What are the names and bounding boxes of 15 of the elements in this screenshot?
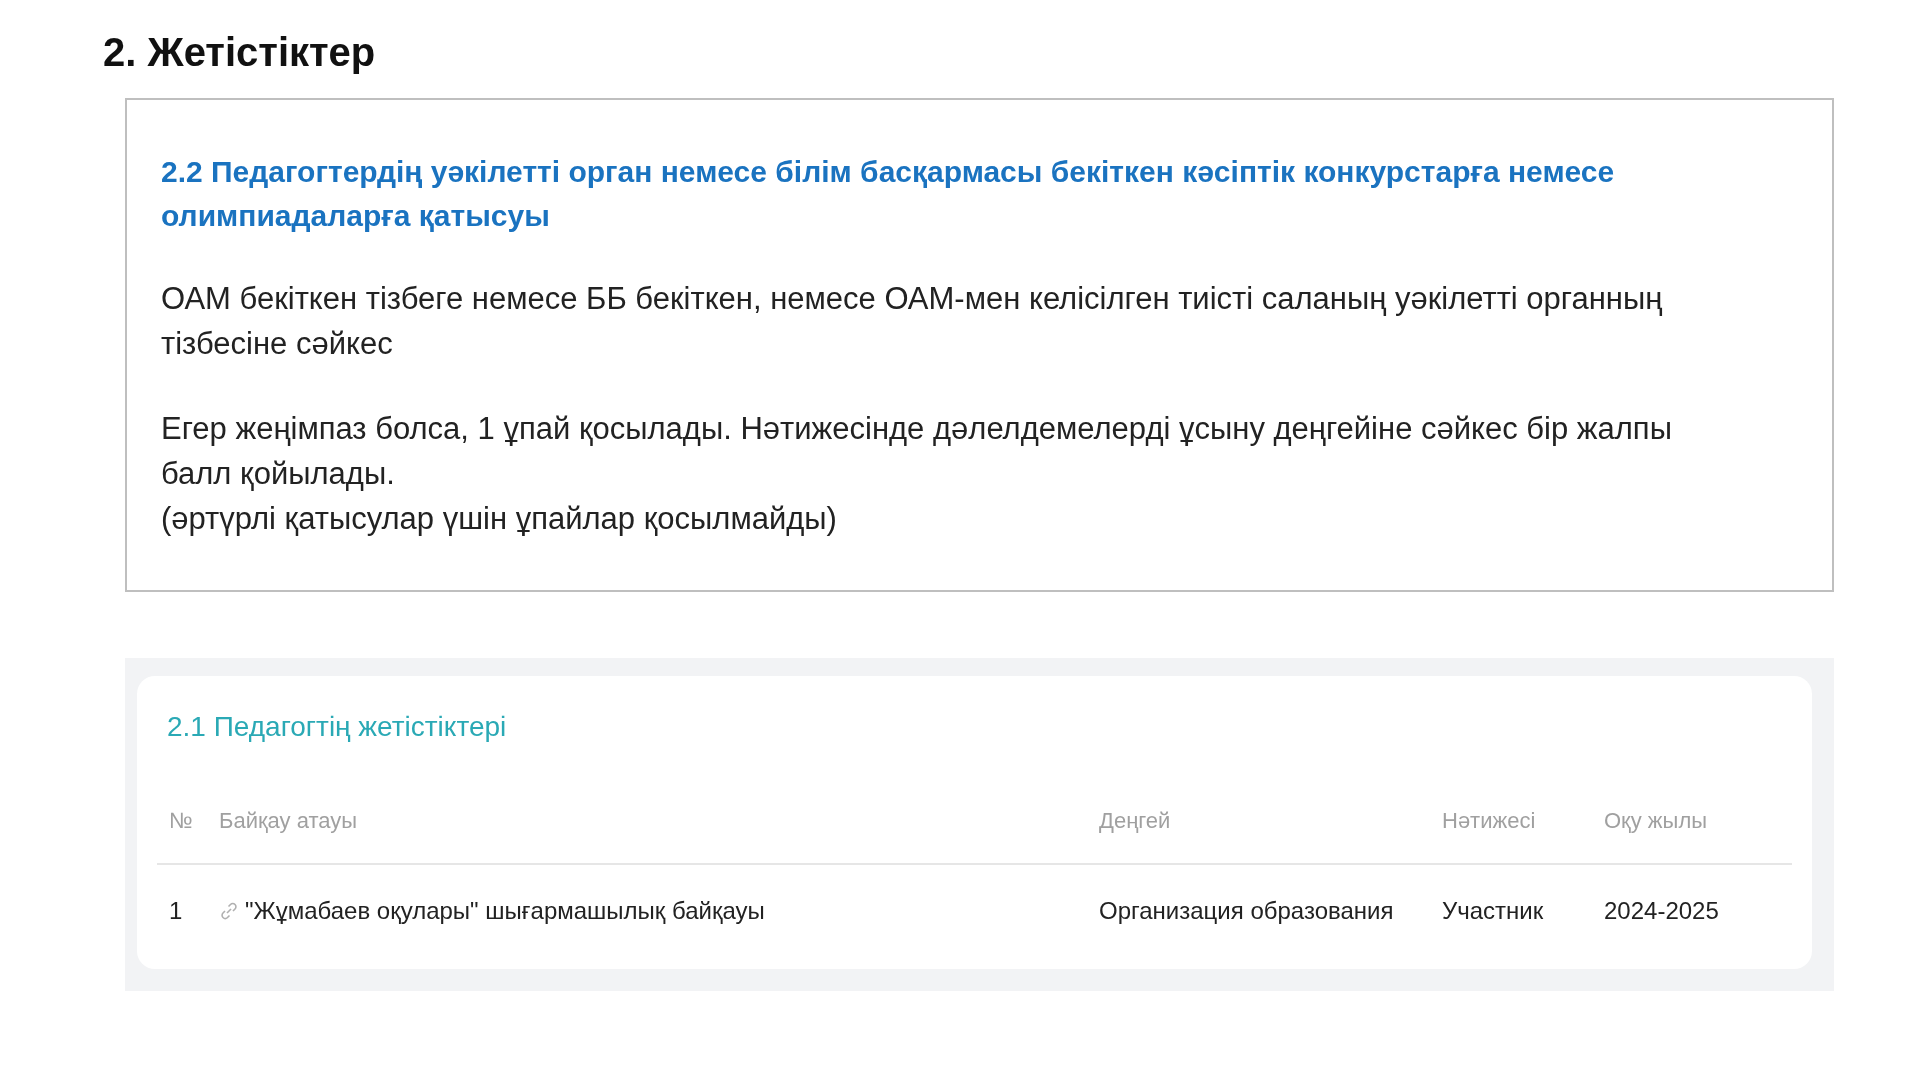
- column-header: Оқу жылы: [1592, 777, 1792, 864]
- info-paragraph: Егер жеңімпаз болса, 1 ұпай қосылады. Нәтижесінде дәлелдемелерді ұсыну деңгейіне сәйкес бір жалпы балл қойылады. (әртүрлі қатысулар үшін ұпайлар қосылмайды): [161, 409, 1673, 538]
- table-cell: Организация образования: [1099, 896, 1394, 924]
- column-header: Деңгей: [1087, 777, 1430, 864]
- table-cell: 2024-2025: [1604, 896, 1719, 924]
- info-paragraph: ОАМ бекіткен тізбеге немесе ББ бекіткен, немесе ОАМ-мен келісілген тиісті саланың уәкілетті органның тізбесіне сәйкес: [161, 280, 1664, 363]
- column-header: Нәтижесі: [1430, 777, 1592, 864]
- slide-title: 2. Жетістіктер: [103, 29, 377, 76]
- table-cell: 1: [169, 896, 183, 924]
- info-heading: 2.2 Педагогтердің уәкілетті орган немесе білім басқармасы бекіткен кәсіптік конкурстарға немесе олимпиадаларға қатысуы: [161, 154, 1616, 234]
- column-header: №: [157, 777, 207, 864]
- table-cell: "Жұмабаев оқулары" шығармашылық байқауы: [245, 896, 765, 924]
- section-heading: 2.1 Педагогтің жетістіктері: [167, 709, 508, 744]
- table-cell: Участник: [1442, 896, 1544, 924]
- column-header: Байқау атауы: [207, 777, 1087, 864]
